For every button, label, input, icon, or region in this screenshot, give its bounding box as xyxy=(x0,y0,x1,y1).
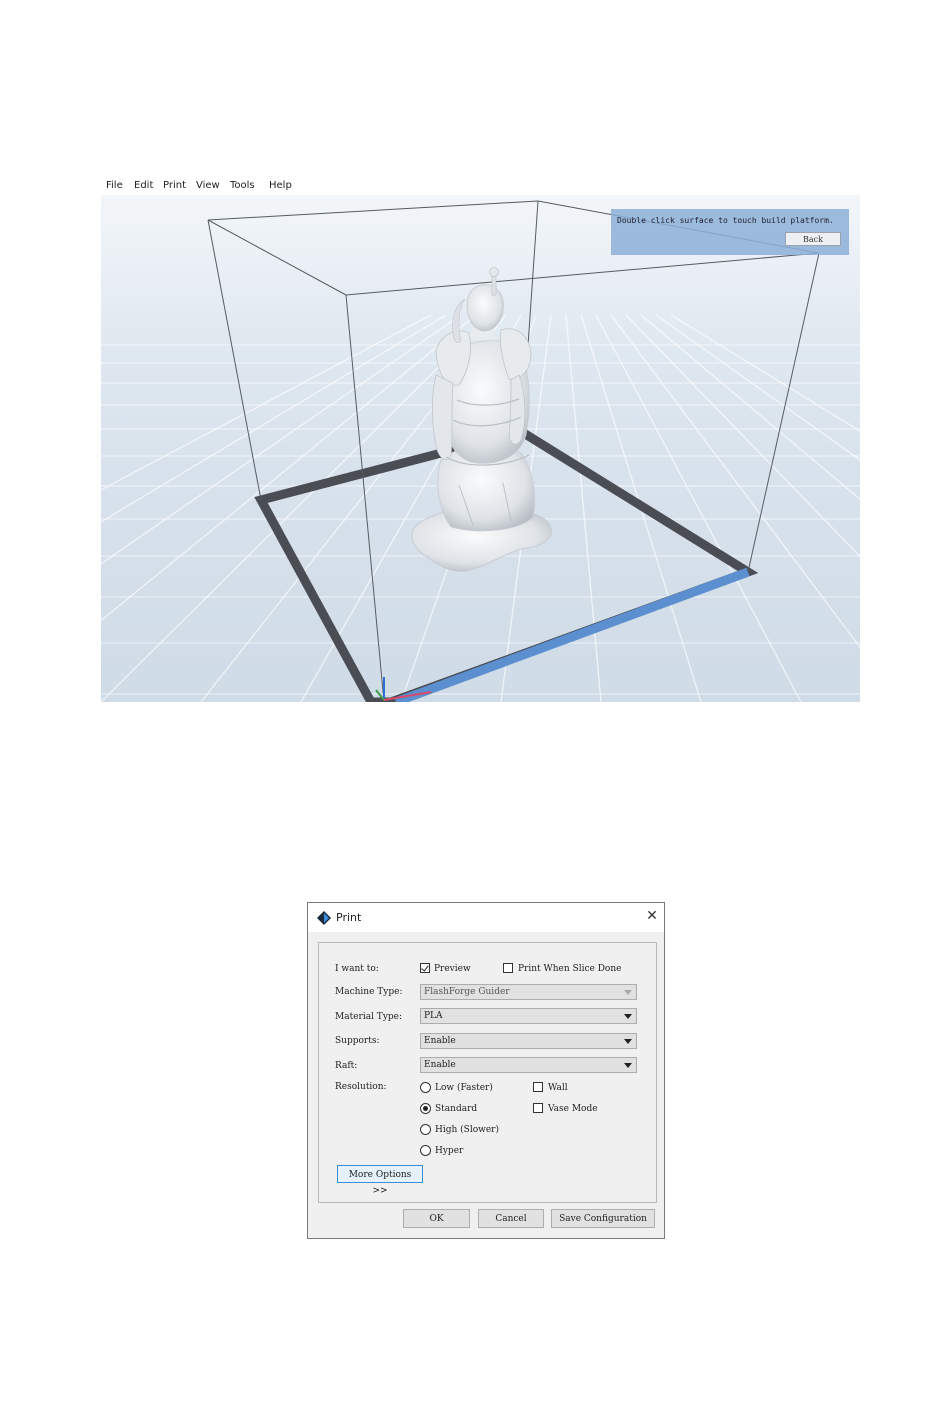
print-when-done-checkbox[interactable] xyxy=(503,963,513,973)
3d-viewport[interactable]: Double click surface to touch build plat… xyxy=(101,195,860,702)
cancel-button[interactable]: Cancel xyxy=(478,1209,544,1228)
resolution-hyper-label: Hyper xyxy=(435,1146,464,1156)
material-type-label: Material Type: xyxy=(335,1012,403,1022)
ok-button[interactable]: OK xyxy=(403,1209,470,1228)
chevron-down-icon xyxy=(624,990,632,995)
save-configuration-button[interactable]: Save Configuration xyxy=(551,1209,655,1228)
supports-select[interactable]: Enable xyxy=(420,1033,637,1049)
dialog-titlebar: Print ✕ xyxy=(308,903,664,932)
hint-panel: Double click surface to touch build plat… xyxy=(611,209,849,255)
wall-label: Wall xyxy=(548,1083,568,1093)
resolution-hyper-radio[interactable] xyxy=(420,1145,431,1156)
resolution-low-label: Low (Faster) xyxy=(435,1083,493,1093)
dialog-title: Print xyxy=(336,911,362,924)
resolution-high-radio[interactable] xyxy=(420,1124,431,1135)
machine-type-label: Machine Type: xyxy=(335,987,403,997)
chevron-down-icon xyxy=(624,1063,632,1068)
chevron-down-icon xyxy=(624,1039,632,1044)
back-button[interactable]: Back xyxy=(785,232,841,246)
resolution-high-label: High (Slower) xyxy=(435,1125,499,1135)
machine-type-value: FlashForge Guider xyxy=(424,987,510,997)
supports-value: Enable xyxy=(424,1036,456,1046)
settings-group: I want to: Preview Print When Slice Done… xyxy=(318,942,657,1203)
resolution-label: Resolution: xyxy=(335,1082,387,1092)
menu-view[interactable]: View xyxy=(196,180,220,191)
chevron-down-icon xyxy=(624,1014,632,1019)
menu-tools[interactable]: Tools xyxy=(230,180,255,191)
resolution-standard-label: Standard xyxy=(435,1104,478,1114)
raft-value: Enable xyxy=(424,1060,456,1070)
slicer-window: File Edit Print View Tools Help Double c… xyxy=(101,176,860,702)
menu-edit[interactable]: Edit xyxy=(134,180,153,191)
hint-text: Double click surface to touch build plat… xyxy=(617,216,834,225)
resolution-low-radio[interactable] xyxy=(420,1082,431,1093)
print-when-done-label: Print When Slice Done xyxy=(518,964,622,974)
more-options-button[interactable]: More Options >> xyxy=(337,1165,423,1196)
material-type-select[interactable]: PLA xyxy=(420,1008,637,1024)
menu-print[interactable]: Print xyxy=(163,180,186,191)
wall-checkbox[interactable] xyxy=(533,1082,543,1092)
close-icon[interactable]: ✕ xyxy=(644,908,660,924)
material-type-value: PLA xyxy=(424,1011,443,1021)
raft-select[interactable]: Enable xyxy=(420,1057,637,1073)
machine-type-select[interactable]: FlashForge Guider xyxy=(420,984,637,1000)
i-want-to-label: I want to: xyxy=(335,964,379,974)
raft-label: Raft: xyxy=(335,1061,358,1071)
supports-label: Supports: xyxy=(335,1036,380,1046)
resolution-standard-radio[interactable] xyxy=(420,1103,431,1114)
preview-label: Preview xyxy=(434,964,471,974)
menu-file[interactable]: File xyxy=(106,180,123,191)
scene xyxy=(101,200,860,702)
vase-mode-label: Vase Mode xyxy=(548,1104,598,1114)
flashforge-logo-icon xyxy=(317,911,331,925)
vase-mode-checkbox[interactable] xyxy=(533,1103,543,1113)
menu-bar: File Edit Print View Tools Help xyxy=(101,176,860,195)
preview-checkbox[interactable] xyxy=(420,963,430,973)
menu-help[interactable]: Help xyxy=(269,180,292,191)
print-dialog: Print ✕ I want to: Preview Print When Sl… xyxy=(307,902,665,1239)
